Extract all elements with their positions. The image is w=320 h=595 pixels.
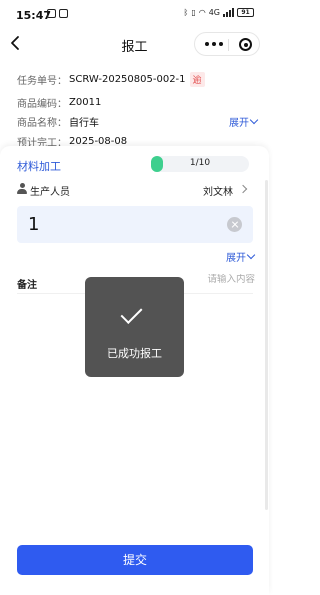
check-icon xyxy=(120,302,143,324)
vibrate-icon: ▯ xyxy=(191,8,196,17)
task-no-label: 任务单号： xyxy=(17,76,67,87)
quantity-input[interactable]: 1 xyxy=(17,206,253,243)
status-time: 15:47 xyxy=(16,9,52,22)
progress-bar: 1/10 xyxy=(151,156,249,172)
toast-message: 已成功报工 xyxy=(107,347,162,360)
app-notification-icon xyxy=(59,9,68,18)
chevron-down-icon xyxy=(246,250,256,260)
nfc-icon xyxy=(47,9,56,18)
success-toast: 已成功报工 xyxy=(85,277,184,377)
clear-icon[interactable] xyxy=(227,217,242,232)
scrollbar[interactable] xyxy=(265,180,268,510)
bluetooth-icon: ᛒ xyxy=(183,8,189,17)
task-no-row: 任务单号： SCRW-20250805-002-1 逾 xyxy=(17,72,205,87)
expand-more-button[interactable]: 展开 xyxy=(226,249,256,264)
status-right: ᛒ ▯ ◠ 4G 91 xyxy=(183,8,254,17)
producer-label: 生产人员 xyxy=(30,187,70,198)
expand-info-button[interactable]: 展开 xyxy=(229,114,259,129)
close-miniprogram-icon[interactable] xyxy=(239,38,252,51)
quantity-value[interactable]: 1 xyxy=(28,214,39,235)
product-name-row: 商品名称： 自行车 xyxy=(17,114,99,129)
expand-info-label: 展开 xyxy=(229,118,249,129)
product-name-label: 商品名称： xyxy=(17,118,67,129)
product-code-label: 商品编码： xyxy=(17,99,67,110)
product-name-value: 自行车 xyxy=(69,118,99,129)
process-name: 材料加工 xyxy=(17,160,61,173)
status-bar: 15:47 ᛒ ▯ ◠ 4G 91 xyxy=(0,0,269,30)
notification-icons xyxy=(47,9,68,18)
nav-bar: 报工 xyxy=(0,30,269,60)
chevron-down-icon xyxy=(249,115,259,125)
battery-icon: 91 xyxy=(237,8,254,17)
submit-button[interactable]: 提交 xyxy=(17,545,253,575)
more-menu-icon[interactable] xyxy=(205,42,223,46)
person-icon xyxy=(17,183,27,194)
product-code-value: Z0011 xyxy=(69,97,102,108)
expand-more-label: 展开 xyxy=(226,253,246,264)
progress-text: 1/10 xyxy=(189,158,211,168)
remark-input[interactable] xyxy=(185,274,255,285)
network-label: 4G xyxy=(208,8,220,17)
signal-icon xyxy=(223,8,234,17)
wifi-icon: ◠ xyxy=(198,8,206,17)
mini-program-capsule xyxy=(194,32,260,56)
producer-select[interactable]: 刘文林 xyxy=(203,183,233,198)
remark-label: 备注 xyxy=(17,280,37,291)
overdue-badge: 逾 xyxy=(189,72,205,87)
task-no-value: SCRW-20250805-002-1 xyxy=(69,74,186,85)
product-code-row: 商品编码： Z0011 xyxy=(17,95,101,110)
